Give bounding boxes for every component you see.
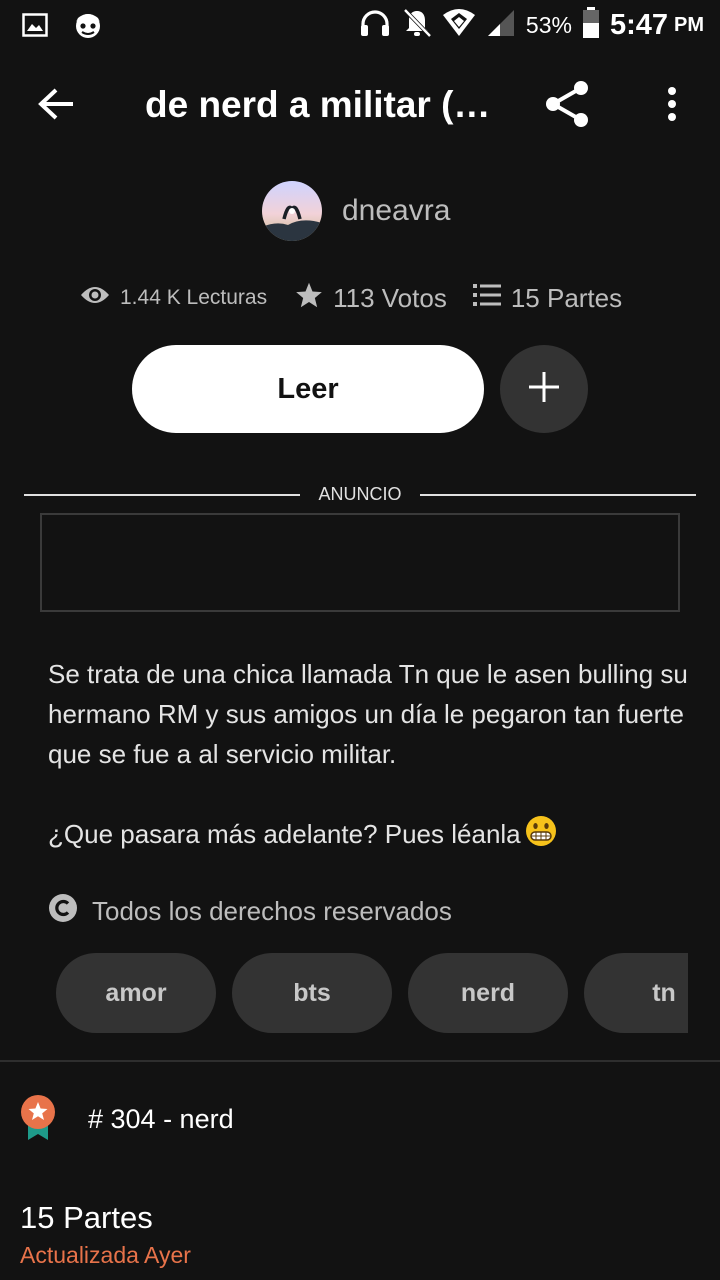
eye-icon (80, 284, 120, 312)
headphones-icon (358, 8, 392, 43)
app-notification-icon (72, 10, 104, 45)
author-name[interactable]: dneavra (342, 194, 450, 228)
ad-slot[interactable] (40, 513, 680, 612)
description-paragraph: ¿Que pasara más adelante? Pues léanla (48, 814, 688, 858)
parts-count: 15 Partes (510, 282, 623, 313)
wifi-icon (442, 8, 476, 42)
grinning-emoji-icon (525, 815, 557, 858)
plus-icon (527, 370, 561, 409)
ranking-row[interactable]: # 304 - nerd (20, 1094, 700, 1150)
parts-updated: Actualizada Ayer (20, 1242, 191, 1268)
votes-stat: 113 Votos (295, 281, 447, 316)
tag-list: amor bts nerd tn (56, 953, 688, 1033)
copyright-notice: Todos los derechos reservados (48, 893, 452, 930)
ranking-badge-icon (20, 1094, 56, 1147)
image-icon (22, 13, 48, 42)
add-to-library-button[interactable] (500, 345, 588, 433)
clock: 5:47 (609, 8, 668, 41)
tag-chip[interactable]: amor (56, 953, 216, 1033)
ad-divider-right (420, 494, 696, 496)
signal-icon (486, 8, 516, 43)
status-bar: 53% 5:47 PM (0, 0, 720, 50)
tag-chip[interactable]: bts (232, 953, 392, 1033)
author-row[interactable]: dneavra (262, 180, 450, 242)
ad-divider-left (24, 494, 300, 496)
battery-icon (582, 6, 600, 44)
tag-chip[interactable]: tn (584, 953, 688, 1033)
clock-ampm: PM (674, 13, 704, 36)
notifications-off-icon (402, 7, 432, 44)
reads-count: 1.44 K Lecturas (120, 286, 268, 309)
ranking-text[interactable]: # 304 - nerd (88, 1104, 234, 1135)
star-icon (295, 281, 333, 316)
battery-percent: 53% (525, 11, 572, 38)
back-arrow-icon (37, 87, 75, 126)
description-paragraph: Se trata de una chica llamada Tn que le … (48, 659, 688, 769)
parts-heading[interactable]: 15 Partes (20, 1200, 153, 1236)
story-stats: 1.44 K Lecturas 113 Votos 15 Partes (80, 276, 680, 320)
more-options-button[interactable] (650, 80, 694, 132)
author-avatar[interactable] (262, 181, 322, 241)
copyright-icon (48, 893, 78, 930)
page-title: de nerd a militar (… (145, 84, 491, 125)
read-button[interactable]: Leer (132, 345, 484, 433)
share-icon (543, 79, 593, 134)
reads-stat: 1.44 K Lecturas (80, 284, 267, 312)
back-button[interactable] (30, 80, 82, 132)
parts-stat: 15 Partes (472, 282, 623, 314)
tag-chip[interactable]: nerd (408, 953, 568, 1033)
list-icon (472, 283, 511, 314)
votes-count: 113 Votos (333, 282, 447, 313)
app-bar: de nerd a militar (… (0, 50, 720, 160)
more-vert-icon (666, 86, 678, 127)
section-divider (0, 1060, 720, 1062)
copyright-text: Todos los derechos reservados (92, 896, 452, 926)
ad-label: ANUNCIO (318, 484, 402, 504)
story-description: Se trata de una chica llamada Tn que le … (48, 654, 688, 858)
share-button[interactable] (540, 78, 596, 134)
description-question: ¿Que pasara más adelante? Pues léanla (48, 819, 521, 849)
